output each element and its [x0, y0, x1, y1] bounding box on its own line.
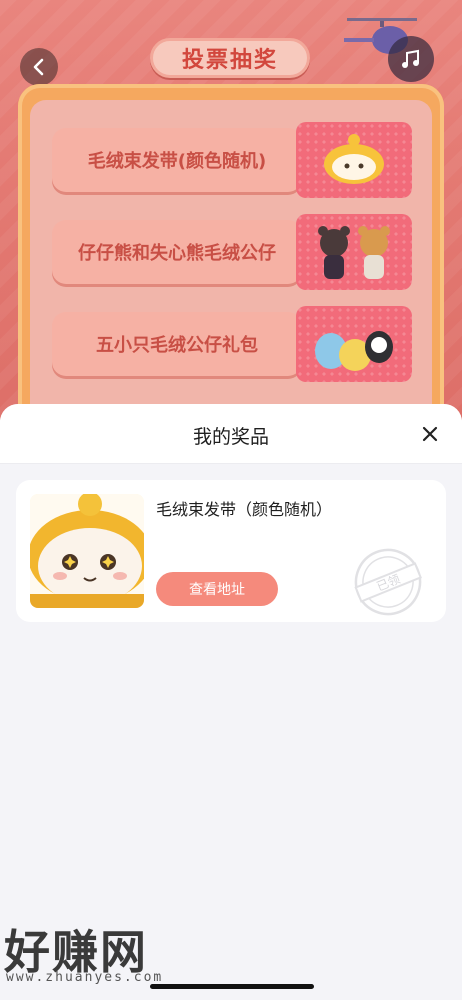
prize-card: 毛绒束发带（颜色随机） 查看地址 已领 — [16, 480, 446, 622]
watermark-url: www.zhuanyes.com — [6, 970, 164, 985]
prize-label-box: 毛绒束发带(颜色随机) — [52, 128, 302, 192]
prize-row[interactable]: 仔仔熊和失心熊毛绒公仔 — [52, 214, 412, 292]
headband-plush-image — [30, 494, 144, 608]
page-title-banner: 投票抽奖 — [150, 38, 310, 78]
close-button[interactable] — [418, 422, 442, 446]
prize-image — [296, 122, 412, 198]
plush-bundle-image — [315, 331, 393, 371]
close-icon — [422, 426, 438, 442]
page-title: 投票抽奖 — [181, 48, 278, 73]
background-page: 投票抽奖 毛绒束发带(颜色随机) 仔仔熊和失心熊毛绒公仔 五小只毛绒公仔礼包 — [0, 0, 462, 420]
prize-label-box: 五小只毛绒公仔礼包 — [52, 312, 302, 376]
prize-label: 五小只毛绒公仔礼包 — [96, 335, 258, 356]
prize-thumbnail — [30, 494, 144, 608]
prize-label: 毛绒束发带(颜色随机) — [87, 151, 267, 172]
prize-label: 仔仔熊和失心熊毛绒公仔 — [78, 243, 276, 264]
headband-plush-image — [324, 134, 384, 184]
claimed-stamp-icon: 已领 — [354, 548, 422, 616]
bear-plush-image — [318, 226, 390, 279]
sheet-title: 我的奖品 — [192, 426, 269, 448]
view-address-button[interactable]: 查看地址 — [156, 572, 278, 606]
prize-label-box: 仔仔熊和失心熊毛绒公仔 — [52, 220, 302, 284]
music-note-icon — [402, 49, 419, 68]
prize-row[interactable]: 毛绒束发带(颜色随机) — [52, 122, 412, 200]
my-prizes-sheet: 我的奖品 毛绒束发带（颜色随机） 查看地址 已领 — [0, 404, 462, 1000]
sheet-header: 我的奖品 — [0, 404, 462, 464]
prize-image — [296, 306, 412, 382]
prize-image — [296, 214, 412, 290]
chevron-left-icon — [33, 58, 44, 76]
home-indicator[interactable] — [150, 984, 314, 989]
watermark: 好赚网 www.zhuanyes.com — [4, 916, 194, 986]
music-button[interactable] — [388, 36, 434, 82]
back-button[interactable] — [20, 48, 58, 86]
prize-name: 毛绒束发带（颜色随机） — [156, 500, 333, 519]
prize-row[interactable]: 五小只毛绒公仔礼包 — [52, 306, 412, 384]
